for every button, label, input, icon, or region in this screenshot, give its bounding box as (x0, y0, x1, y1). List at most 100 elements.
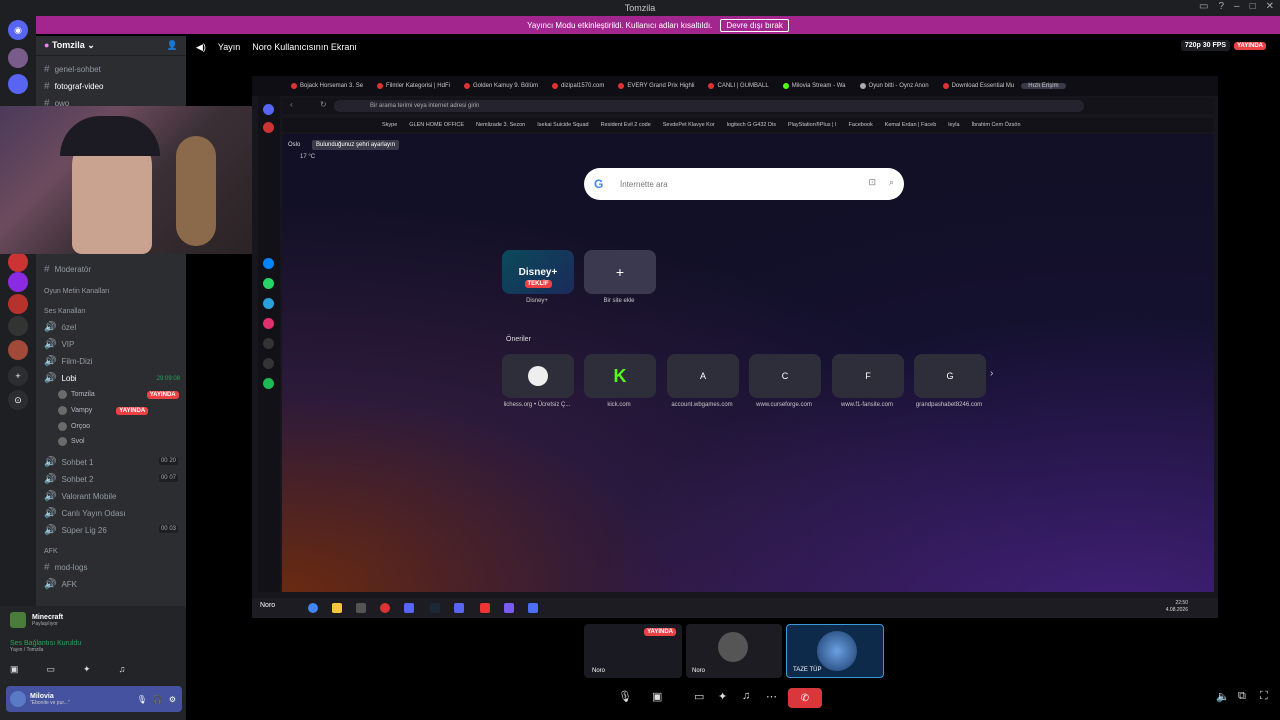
instagram-icon[interactable] (263, 318, 274, 329)
app-icon[interactable] (480, 603, 490, 613)
server-icon[interactable] (8, 48, 28, 68)
telegram-icon[interactable] (263, 298, 274, 309)
voice-user[interactable]: Svol (58, 437, 85, 446)
url-input[interactable]: Bir arama terimi veya internet adresi gi… (334, 100, 1084, 112)
whatsapp-icon[interactable] (263, 278, 274, 289)
bookmark[interactable]: GLEN HOME OFFICE (403, 122, 470, 128)
headphones-icon[interactable]: 🎧 (153, 695, 163, 704)
browser-tab[interactable]: Filmler Kategorisi | HdFi (370, 83, 457, 89)
messenger-icon[interactable] (263, 258, 274, 269)
tiktok-icon[interactable] (263, 338, 274, 349)
voice-channel-sohbet-2[interactable]: 🔊 Sohbet 2 (44, 474, 93, 485)
channel-mod-logs[interactable]: # mod-logs (44, 562, 87, 573)
voice-channel-film-dizi[interactable]: 🔊 Film-Dizi (44, 356, 93, 367)
voice-user[interactable]: Orçoo (58, 422, 90, 431)
screen-share-icon[interactable]: ▭ (694, 690, 704, 703)
server-icon[interactable] (8, 316, 28, 336)
activities-icon[interactable]: ✦ (83, 664, 91, 675)
voice-channel-ozel[interactable]: 🔊 özel (44, 322, 76, 333)
bookmark[interactable]: İbrahim Cem Özsön (966, 122, 1027, 128)
server-icon[interactable] (8, 272, 28, 292)
app-icon[interactable] (404, 603, 414, 613)
soundboard-icon[interactable]: ♫ (742, 690, 750, 702)
participant-tile[interactable]: TAZE TÜP (786, 624, 884, 678)
discover-icon[interactable]: ⊙ (8, 390, 28, 410)
bookmark[interactable]: Kemal Erdan | Faceb (879, 122, 943, 128)
browser-tab[interactable]: EVERY Grand Prix Highli (611, 83, 701, 89)
search-input[interactable]: G İnternette ara ⊡ ⌕ (584, 168, 904, 200)
camera-search-icon[interactable]: ⊡ (868, 177, 876, 188)
speeddial-disney[interactable]: Disney+ TEKLİF (502, 250, 574, 294)
bookmark[interactable]: leyla (942, 122, 965, 128)
add-server-icon[interactable]: + (8, 366, 28, 386)
suggestion-tile[interactable]: K (584, 354, 656, 398)
suggestion-tile[interactable]: G (914, 354, 986, 398)
add-site-button[interactable]: + (584, 250, 656, 294)
maximize-icon[interactable]: □ (1250, 1, 1256, 12)
discord-icon[interactable] (454, 603, 464, 613)
voice-channel-canli-yayin[interactable]: 🔊 Canlı Yayın Odası (44, 508, 126, 519)
channel-moderator[interactable]: # Moderatör (44, 264, 91, 275)
bookmark[interactable]: Skype (376, 122, 403, 128)
taskbar-user[interactable]: Noro (260, 602, 275, 609)
x-icon[interactable] (263, 358, 274, 369)
add-friend-icon[interactable]: 👤 (167, 40, 178, 51)
category-afk[interactable]: AFK (44, 548, 58, 555)
bookmark-icon[interactable] (263, 122, 274, 133)
category-voice[interactable]: Ses Kanalları (44, 308, 86, 315)
fullscreen-icon[interactable]: ⛶ (1260, 690, 1268, 703)
voice-channel-afk[interactable]: 🔊 AFK (44, 579, 77, 590)
suggestion-tile[interactable]: F (832, 354, 904, 398)
bookmark[interactable]: Isekai Suicide Squad (531, 122, 594, 128)
browser-tab[interactable]: Oyun bitti - Oynz Anon (853, 83, 936, 89)
guild-header[interactable]: ● Tomzila ⌄ 👤 (36, 36, 186, 56)
browser-tab[interactable]: dizipal1570.com (545, 83, 611, 89)
bookmark[interactable]: Resident Evil 2 code (595, 122, 657, 128)
screen-share-icon[interactable]: ▭ (47, 664, 56, 675)
server-icon[interactable] (8, 74, 28, 94)
bookmark[interactable]: logitech G G432 Dis (721, 122, 782, 128)
back-icon[interactable]: ‹ (290, 100, 293, 109)
server-icon[interactable] (8, 340, 28, 360)
reload-icon[interactable]: ↻ (320, 100, 327, 109)
voice-user[interactable]: Tomzila YAYINDA (58, 390, 179, 399)
disconnect-button[interactable]: ✆ (788, 688, 822, 708)
app-icon[interactable] (356, 603, 366, 613)
avatar[interactable] (10, 691, 26, 707)
disable-streamer-mode-button[interactable]: Devre dışı bırak (720, 18, 789, 32)
browser-tab[interactable]: Golden Kamuy 9. Bölüm (457, 83, 545, 89)
voice-channel-valorant[interactable]: 🔊 Valorant Mobile (44, 491, 116, 502)
opera-icon[interactable] (380, 603, 390, 613)
mic-icon[interactable]: 🎙 (618, 690, 632, 703)
bookmark[interactable]: SevdePet Klavye Kor (657, 122, 721, 128)
spotify-icon[interactable] (263, 378, 274, 389)
minimize-icon[interactable]: – (1234, 1, 1240, 12)
camera-icon[interactable]: ▣ (10, 664, 19, 675)
browser-tab[interactable]: Download Essential Mu (936, 83, 1022, 89)
weather-city[interactable]: Oslo (288, 142, 300, 148)
voice-channel-sohbet-1[interactable]: 🔊 Sohbet 1 (44, 457, 93, 468)
suggestion-tile[interactable] (502, 354, 574, 398)
activities-icon[interactable]: ✦ (718, 690, 727, 703)
popout-icon[interactable]: ⧉ (1238, 690, 1246, 703)
soundboard-icon[interactable]: ♫ (119, 664, 126, 675)
more-icon[interactable]: ⋯ (766, 690, 777, 703)
voice-channel-vip[interactable]: 🔊 VIP (44, 339, 74, 350)
suggestion-tile[interactable]: C (749, 354, 821, 398)
voice-channel-lobi[interactable]: 🔊 Lobi 29:09:08 (44, 373, 180, 384)
server-icon[interactable] (8, 252, 28, 272)
browser-tab-active[interactable]: Hızlı Erişim (1021, 83, 1066, 89)
browser-tab[interactable]: Bojack Horseman 3. Se (284, 83, 370, 89)
close-icon[interactable]: ✕ (1266, 1, 1274, 12)
suggestion-tile[interactable]: A (667, 354, 739, 398)
bookmark[interactable]: Facebook (843, 122, 879, 128)
browser-tab[interactable]: CANLI | GUMBALL (701, 83, 775, 89)
teams-icon[interactable] (528, 603, 538, 613)
camera-icon[interactable]: ▣ (652, 690, 662, 703)
help-icon[interactable]: ? (1218, 1, 1224, 12)
inbox-icon[interactable]: ▭ (1199, 1, 1208, 12)
volume-icon[interactable]: 🔈 (1216, 690, 1230, 703)
server-icon[interactable] (8, 294, 28, 314)
app-icon[interactable] (504, 603, 514, 613)
category-text[interactable]: Oyun Metin Kanalları (44, 288, 109, 295)
